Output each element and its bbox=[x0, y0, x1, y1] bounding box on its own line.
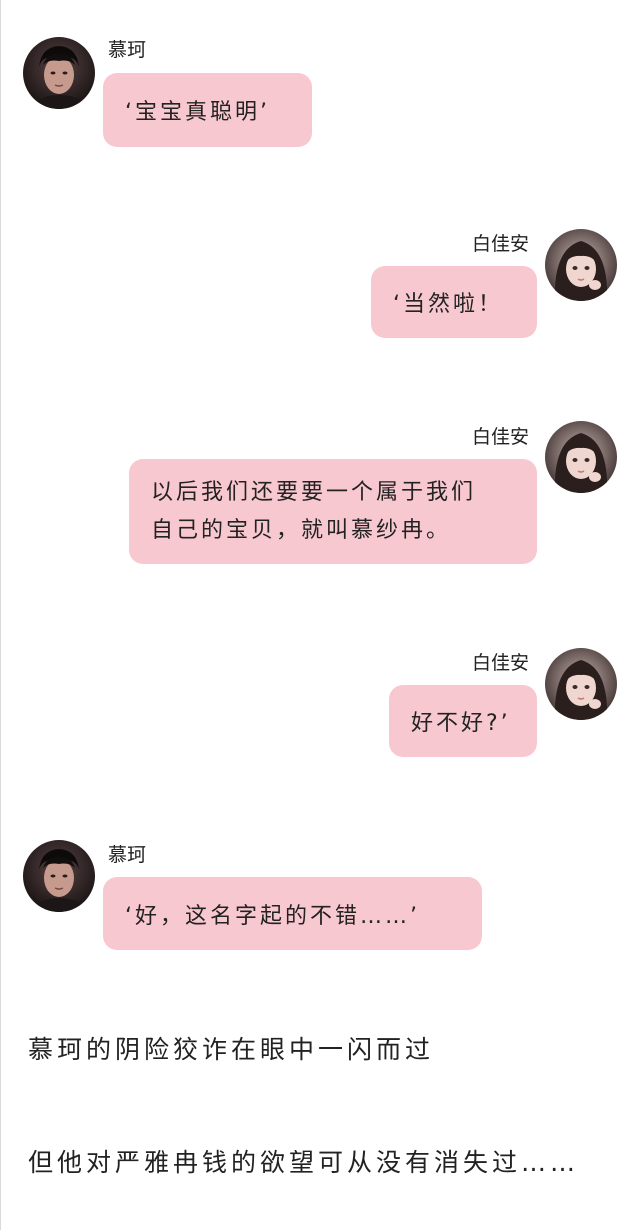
message-bubble[interactable]: ‘宝宝真聪明’ bbox=[103, 73, 312, 147]
female-avatar[interactable] bbox=[545, 648, 617, 720]
left-divider bbox=[0, 0, 1, 1230]
message-bubble[interactable]: 好不好?’ bbox=[389, 685, 537, 757]
sender-name: 白佳安 bbox=[472, 426, 530, 448]
message-line: 以后我们还要要一个属于我们 bbox=[151, 479, 477, 505]
narration-line: 但他对严雅冉钱的欲望可从没有消失过…… bbox=[28, 1148, 580, 1177]
male-avatar-icon bbox=[23, 840, 95, 912]
female-avatar-icon bbox=[545, 648, 617, 720]
sender-name: 慕珂 bbox=[108, 39, 147, 61]
male-avatar-icon bbox=[23, 37, 95, 109]
message-bubble[interactable]: ‘当然啦！ bbox=[371, 266, 537, 338]
female-avatar-icon bbox=[545, 229, 617, 301]
female-avatar[interactable] bbox=[545, 229, 617, 301]
narration-line: 慕珂的阴险狡诈在眼中一闪而过 bbox=[28, 1035, 435, 1064]
male-avatar[interactable] bbox=[23, 840, 95, 912]
message-bubble[interactable]: ‘好，这名字起的不错……’ bbox=[103, 877, 482, 950]
message-line: 自己的宝贝，就叫慕纱冉。 bbox=[151, 517, 452, 543]
sender-name: 白佳安 bbox=[472, 233, 530, 255]
female-avatar-icon bbox=[545, 421, 617, 493]
female-avatar[interactable] bbox=[545, 421, 617, 493]
sender-name: 慕珂 bbox=[108, 844, 147, 866]
message-bubble[interactable]: 以后我们还要要一个属于我们 自己的宝贝，就叫慕纱冉。 bbox=[129, 459, 537, 564]
male-avatar[interactable] bbox=[23, 37, 95, 109]
sender-name: 白佳安 bbox=[472, 652, 530, 674]
